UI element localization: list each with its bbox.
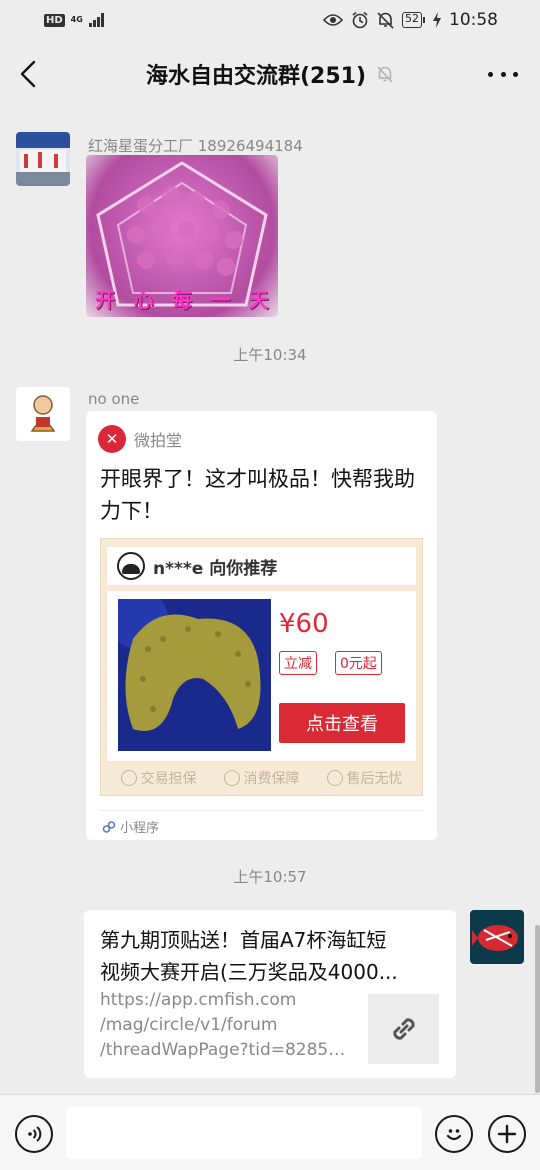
status-bar: HD 4G 52 10:58 xyxy=(0,0,540,40)
discount-tag: 立减 xyxy=(279,651,317,675)
shield-icon xyxy=(223,770,240,786)
link-url-line: /threadWapPage?tid=82852... xyxy=(100,1040,352,1060)
message-input[interactable] xyxy=(66,1107,422,1159)
miniprogram-footer: 小程序 xyxy=(102,817,159,836)
start-price-tag: 0元起 xyxy=(335,651,382,675)
avatar[interactable] xyxy=(16,132,70,186)
guarantee-row: 交易担保 消费保障 售后无忧 xyxy=(107,765,416,791)
caption-char: 开 xyxy=(95,288,116,312)
avatar[interactable] xyxy=(470,910,524,964)
image-caption: 开 心 每 一 天 xyxy=(86,284,278,313)
network-type: 4G xyxy=(70,15,83,24)
miniprogram-header: ✕ 微拍堂 xyxy=(98,425,182,453)
guarantee-item: 售后无忧 xyxy=(326,768,403,788)
recommend-row: n***e 向你推荐 xyxy=(107,547,416,585)
miniprogram-name: 微拍堂 xyxy=(134,431,183,450)
weipaitang-logo-icon: ✕ xyxy=(98,425,126,453)
mute-bell-icon xyxy=(377,12,394,29)
divider xyxy=(100,810,423,811)
chat-title: 海水自由交流群(251) xyxy=(145,64,367,89)
guarantee-item: 消费保障 xyxy=(223,768,300,788)
guarantee-label: 交易担保 xyxy=(140,771,197,787)
caption-char: 一 xyxy=(210,288,231,312)
link-icon xyxy=(392,1018,415,1040)
battery-icon: 52 xyxy=(402,12,425,28)
signal-icon xyxy=(88,13,104,27)
recommender-avatar xyxy=(117,552,145,580)
caption-char: 心 xyxy=(133,288,154,312)
link-thumbnail xyxy=(368,994,439,1064)
hd-badge: HD xyxy=(44,13,65,27)
link-title-line: 视频大赛开启(三万奖品及4000... xyxy=(100,960,398,984)
recommend-text: n***e 向你推荐 xyxy=(153,558,278,579)
emoji-icon[interactable] xyxy=(435,1115,473,1153)
guarantee-label: 售后无忧 xyxy=(346,771,403,787)
miniprogram-icon xyxy=(102,820,116,833)
voice-icon[interactable] xyxy=(15,1115,53,1153)
product-price: ¥60 xyxy=(279,609,329,639)
charging-icon xyxy=(433,12,441,28)
guarantee-item: 交易担保 xyxy=(120,768,197,788)
view-button[interactable]: 点击查看 xyxy=(279,703,405,743)
shared-image[interactable]: 开 心 每 一 天 xyxy=(86,155,278,317)
status-right: 52 10:58 xyxy=(323,10,498,30)
status-left: HD 4G xyxy=(44,13,104,27)
sender-name: 红海星蛋分工厂 18926494184 xyxy=(88,137,303,155)
title-group: 海水自由交流群(251) xyxy=(146,58,394,90)
miniprogram-label: 小程序 xyxy=(120,821,160,836)
miniprogram-preview: n***e 向你推荐 ¥60 立减 0元起 点击查看 交易担保 消费保障 售后无… xyxy=(100,538,423,796)
link-url: https://app.cmfish.com /mag/circle/v1/fo… xyxy=(100,988,352,1063)
shield-icon xyxy=(326,770,343,786)
scrollbar[interactable] xyxy=(535,925,540,1093)
caption-char: 每 xyxy=(171,288,192,312)
link-title: 第九期顶贴送！首届A7杯海缸短 视频大赛开启(三万奖品及4000... xyxy=(100,924,440,988)
timestamp: 上午10:57 xyxy=(233,868,307,886)
caption-char: 天 xyxy=(248,288,269,312)
link-title-line: 第九期顶贴送！首届A7杯海缸短 xyxy=(100,928,387,952)
alarm-icon xyxy=(352,11,368,29)
link-card[interactable]: 第九期顶贴送！首届A7杯海缸短 视频大赛开启(三万奖品及4000... http… xyxy=(84,910,456,1078)
link-url-line: https://app.cmfish.com xyxy=(100,990,297,1010)
shield-icon xyxy=(120,770,137,786)
avatar[interactable] xyxy=(16,387,70,441)
product-image xyxy=(118,599,271,751)
product-panel: ¥60 立减 0元起 点击查看 xyxy=(107,591,416,761)
status-time: 10:58 xyxy=(449,10,498,30)
mute-bell-icon xyxy=(377,66,393,83)
more-dots-icon[interactable] xyxy=(488,62,518,86)
input-bar xyxy=(0,1094,540,1170)
miniprogram-description: 开眼界了！这才叫极品！快帮我助力下！ xyxy=(100,467,415,523)
chat-header: 海水自由交流群(251) xyxy=(0,40,540,108)
back-chevron-icon[interactable] xyxy=(14,56,44,92)
link-url-line: /mag/circle/v1/forum xyxy=(100,1015,278,1035)
battery-level: 52 xyxy=(402,12,422,28)
plus-icon[interactable] xyxy=(488,1115,526,1153)
guarantee-label: 消费保障 xyxy=(243,771,300,787)
eye-icon xyxy=(323,14,343,26)
miniprogram-card[interactable]: ✕ 微拍堂 开眼界了！这才叫极品！快帮我助力下！ n***e 向你推荐 ¥60 … xyxy=(86,411,437,840)
timestamp: 上午10:34 xyxy=(233,346,307,364)
sender-name: no one xyxy=(88,390,140,408)
